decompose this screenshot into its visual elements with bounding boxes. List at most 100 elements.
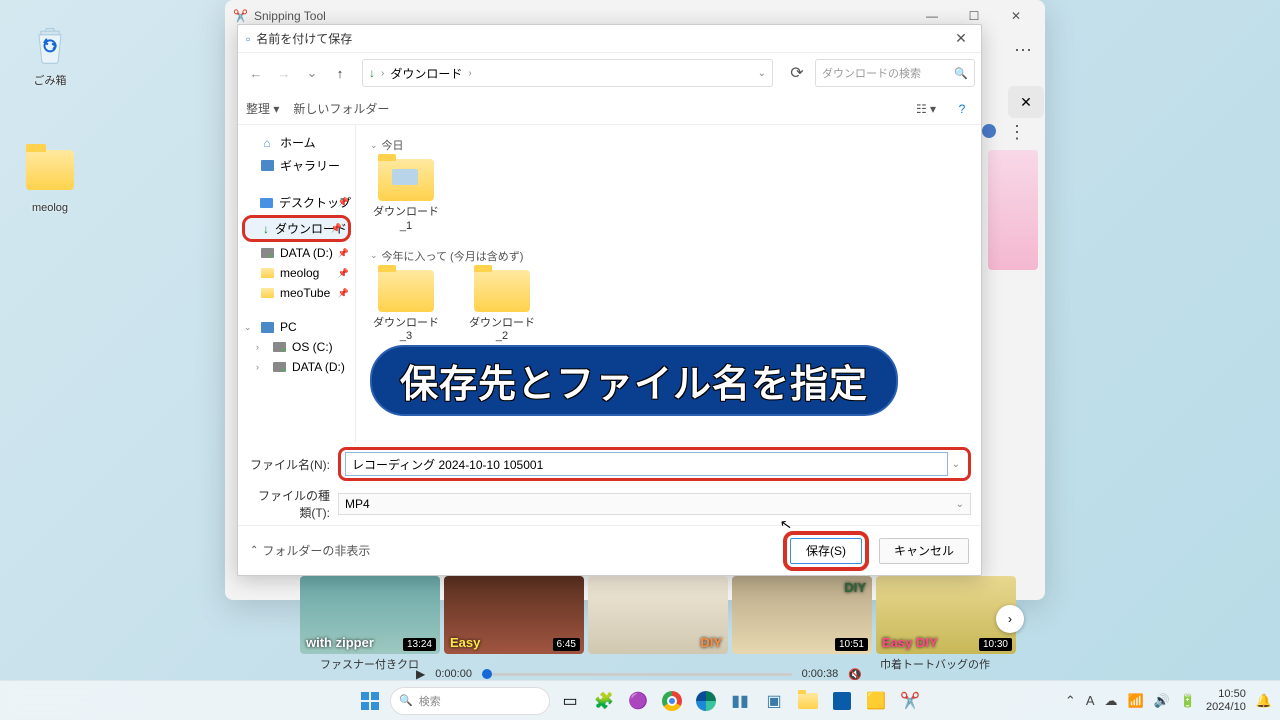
video-thumbnail[interactable]: DIY10:51 <box>732 576 872 654</box>
overflow-icon[interactable]: ⋯ <box>1014 40 1033 61</box>
explorer-button[interactable] <box>794 687 822 715</box>
minimize-button[interactable]: — <box>911 9 953 23</box>
new-folder-button[interactable]: 新しいフォルダー <box>293 100 389 117</box>
address-bar[interactable]: ↓ › ダウンロード › ⌄ <box>362 59 773 87</box>
nav-forward-button[interactable]: → <box>272 61 296 85</box>
chrome-button[interactable] <box>658 687 686 715</box>
filename-dropdown[interactable]: ⌄ <box>948 459 964 470</box>
nav-gallery[interactable]: ギャラリー <box>238 154 355 177</box>
browser-close-tab[interactable]: ✕ <box>1008 86 1044 118</box>
edge-button[interactable] <box>692 687 720 715</box>
desktop-icon <box>260 196 273 210</box>
taskbar-app[interactable]: ▣ <box>760 687 788 715</box>
search-box[interactable]: ダウンロードの検索 🔍 <box>815 59 975 87</box>
search-placeholder: ダウンロードの検索 <box>822 65 921 81</box>
file-item[interactable]: ダウンロード_1 <box>370 159 442 234</box>
group-header-today[interactable]: ⌄今日 <box>370 137 967 153</box>
maximize-button[interactable]: ☐ <box>953 9 995 23</box>
cloud-icon[interactable]: ☁ <box>1104 693 1117 709</box>
start-button[interactable] <box>356 687 384 715</box>
nav-drive-d2[interactable]: ›DATA (D:) <box>238 357 355 377</box>
taskbar: 🔍検索 ▭ 🧩 🟣 ▮▮ ▣ 🟨 ✂️ ⌃ A ☁ 📶 🔊 🔋 10:50 20… <box>0 680 1280 720</box>
nav-folder-meotube[interactable]: meoTube📌 <box>238 283 355 303</box>
tray-chevron[interactable]: ⌃ <box>1065 693 1076 709</box>
snipping-tool-icon: ✂️ <box>233 9 248 23</box>
volume-icon[interactable]: 🔇 <box>848 668 862 681</box>
save-button[interactable]: 保存(S) <box>790 538 862 564</box>
recycle-bin-icon <box>26 20 74 68</box>
group-header-thisyear[interactable]: ⌄今年に入って (今月は含めず) <box>370 248 967 264</box>
duration: 0:00:38 <box>802 668 839 680</box>
desktop-icon-label: meolog <box>15 202 85 214</box>
taskbar-app[interactable]: 🟨 <box>862 687 890 715</box>
nav-folder-meolog[interactable]: meolog📌 <box>238 263 355 283</box>
filename-highlight-ring: ⌄ <box>338 447 971 481</box>
expand-icon[interactable]: ⌄ <box>244 322 252 333</box>
current-time: 0:00:00 <box>435 668 472 680</box>
nav-downloads[interactable]: ↓ダウンロード📌 <box>242 215 351 242</box>
filetype-select[interactable]: MP4⌄ <box>338 493 971 515</box>
download-folder-icon: ↓ <box>369 66 375 80</box>
taskbar-app[interactable]: 🧩 <box>590 687 618 715</box>
pin-icon: 📌 <box>331 223 342 234</box>
pin-icon: 📌 <box>338 288 349 299</box>
expand-icon[interactable]: › <box>256 342 259 352</box>
nav-up-button[interactable]: ↑ <box>328 61 352 85</box>
desktop-folder-meolog[interactable]: meolog <box>15 150 85 214</box>
taskbar-app[interactable]: ▮▮ <box>726 687 754 715</box>
copilot-button[interactable]: 🟣 <box>624 687 652 715</box>
expand-icon[interactable]: › <box>256 362 259 372</box>
save-as-dialog: ▫ 名前を付けて保存 ✕ ← → ⌄ ↑ ↓ › ダウンロード › ⌄ ⟳ ダウ… <box>237 24 982 576</box>
organize-menu[interactable]: 整理 ▾ <box>246 100 279 117</box>
seek-knob[interactable] <box>482 669 492 679</box>
dialog-title: 名前を付けて保存 <box>256 30 352 47</box>
filename-input[interactable] <box>345 452 948 476</box>
folder-icon <box>474 270 530 312</box>
battery-icon[interactable]: 🔋 <box>1180 693 1196 709</box>
more-icon[interactable]: ⋮ <box>1008 122 1026 143</box>
nav-home[interactable]: ⌂ホーム <box>238 131 355 154</box>
avatar-icon[interactable] <box>982 124 996 138</box>
view-options-button[interactable]: ☷ ▾ <box>915 102 937 116</box>
hide-folders-toggle[interactable]: ⌃フォルダーの非表示 <box>250 542 370 559</box>
folder-icon <box>260 286 274 300</box>
ime-indicator[interactable]: A <box>1086 693 1095 708</box>
browser-thumbnail <box>988 150 1038 270</box>
video-thumbnail[interactable]: Easy DIY10:30 <box>876 576 1016 654</box>
video-thumbnail[interactable]: with zipper13:24 <box>300 576 440 654</box>
cancel-button[interactable]: キャンセル <box>879 538 969 564</box>
wifi-icon[interactable]: 📶 <box>1127 693 1143 709</box>
search-icon: 🔍 <box>399 694 413 707</box>
file-item[interactable]: ダウンロード_3 <box>370 270 442 345</box>
play-button[interactable]: ▶ <box>416 667 425 681</box>
desktop-recycle-bin[interactable]: ごみ箱 <box>15 20 85 88</box>
close-button[interactable]: ✕ <box>995 9 1037 23</box>
nav-recent-dropdown[interactable]: ⌄ <box>300 61 324 85</box>
download-icon: ↓ <box>263 222 269 236</box>
notifications-icon[interactable]: 🔔 <box>1256 693 1272 709</box>
search-icon: 🔍 <box>954 67 968 80</box>
dialog-close-button[interactable]: ✕ <box>949 30 973 47</box>
breadcrumb-segment[interactable]: ダウンロード <box>390 65 462 82</box>
volume-icon[interactable]: 🔊 <box>1154 693 1170 709</box>
snipping-tool-button[interactable]: ✂️ <box>896 687 924 715</box>
nav-desktop[interactable]: デスクトップ📌 <box>238 191 355 214</box>
task-view-button[interactable]: ▭ <box>556 687 584 715</box>
video-thumbnail[interactable]: DIY <box>588 576 728 654</box>
nav-back-button[interactable]: ← <box>244 61 268 85</box>
chrome-icon <box>662 691 682 711</box>
taskbar-search[interactable]: 🔍検索 <box>390 687 550 715</box>
thumbnails-next-button[interactable]: › <box>996 605 1024 633</box>
help-button[interactable]: ? <box>951 102 973 116</box>
clock[interactable]: 10:50 2024/10 <box>1206 688 1246 713</box>
store-button[interactable] <box>828 687 856 715</box>
nav-drive-c[interactable]: ›OS (C:) <box>238 337 355 357</box>
seek-track[interactable] <box>482 673 792 676</box>
video-thumbnail[interactable]: Easy6:45 <box>444 576 584 654</box>
filename-label: ファイル名(N): <box>248 456 338 473</box>
file-item[interactable]: ダウンロード_2 <box>466 270 538 345</box>
nav-pc[interactable]: ⌄PC <box>238 317 355 337</box>
nav-drive-d[interactable]: DATA (D:)📌 <box>238 243 355 263</box>
address-history-dropdown[interactable]: ⌄ <box>758 68 766 79</box>
refresh-button[interactable]: ⟳ <box>783 59 811 87</box>
